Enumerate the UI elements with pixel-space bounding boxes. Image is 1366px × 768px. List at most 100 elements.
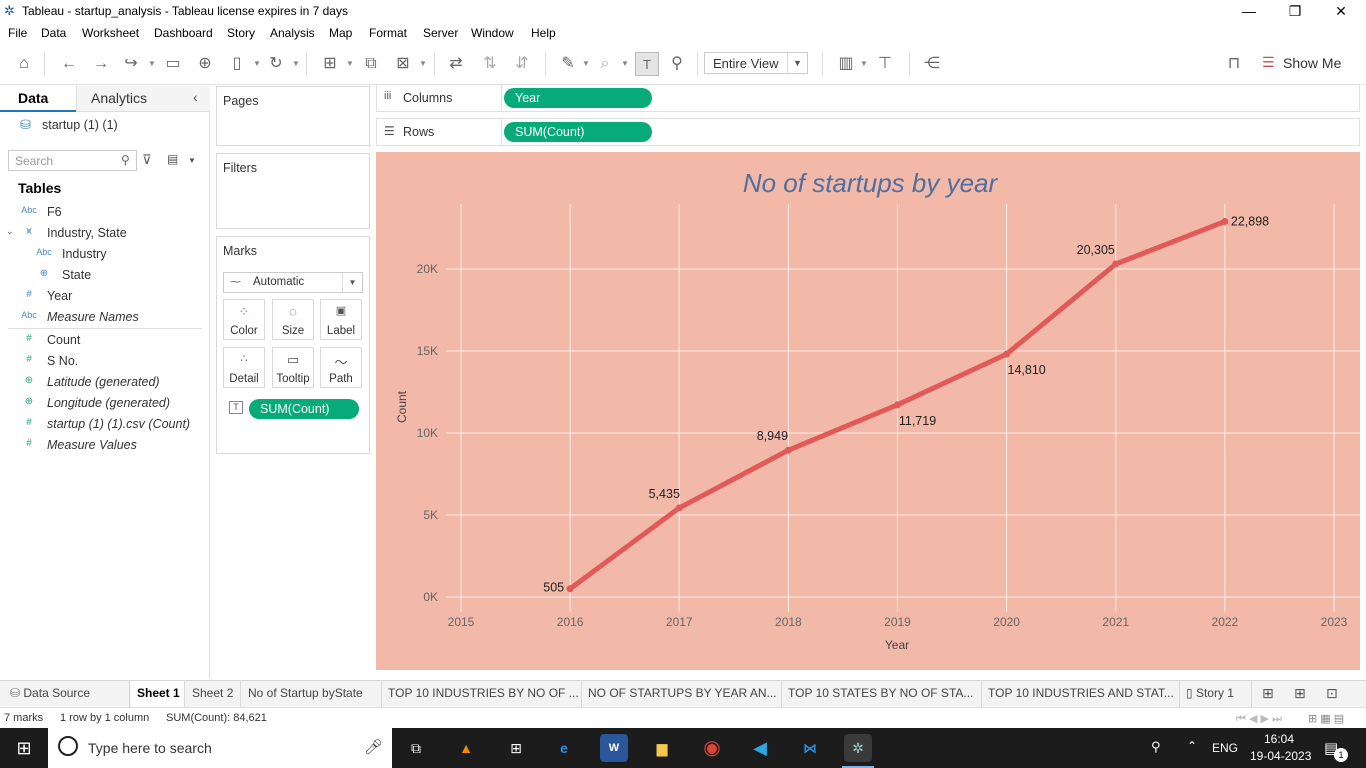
chevron-down-icon[interactable]: ▼ — [787, 53, 807, 73]
rows-sum-count-pill[interactable]: SUM(Count) — [504, 122, 652, 142]
taskbar-search-input[interactable]: Type here to search 🎤︎ — [48, 728, 392, 768]
tab-data-source[interactable]: ⛁ Data Source — [4, 681, 130, 707]
refresh-icon[interactable]: ↻ — [264, 52, 288, 76]
tab-top10-states[interactable]: TOP 10 STATES BY NO OF STA... — [782, 681, 982, 707]
filters-card[interactable]: Filters — [216, 153, 370, 229]
new-worksheet-icon[interactable]: ⊞ — [1262, 685, 1274, 702]
field-f6[interactable]: Abc F6 — [0, 202, 205, 222]
chart-area[interactable]: No of startups by year 2015 2016 2017 2018 2… — [376, 152, 1360, 670]
collapse-pane-icon[interactable]: ‹ — [193, 89, 198, 105]
chevron-down-icon[interactable]: ▼ — [148, 52, 156, 76]
data-point[interactable] — [675, 504, 683, 512]
chrome-icon[interactable]: ◉ — [698, 734, 726, 762]
field-s-no[interactable]: # S No. — [0, 351, 205, 371]
duplicate-sheet-icon[interactable]: ⧉ — [359, 52, 383, 76]
microphone-icon[interactable]: 🎤︎ — [364, 738, 383, 756]
menu-help[interactable]: Help — [531, 26, 556, 40]
path-mark-button[interactable]: 〜 Path — [320, 347, 362, 388]
detail-mark-button[interactable]: ∴ Detail — [223, 347, 265, 388]
chevron-up-icon[interactable]: ⌃ — [1187, 739, 1197, 753]
tab-analytics[interactable]: Analytics ‹ — [76, 86, 210, 112]
chevron-down-icon[interactable]: ▼ — [292, 52, 300, 76]
tab-data[interactable]: Data — [0, 86, 76, 112]
vlc-icon[interactable]: ▲ — [452, 734, 480, 762]
menu-worksheet[interactable]: Worksheet — [82, 26, 139, 40]
new-dashboard-icon[interactable]: ⊞ — [1294, 685, 1306, 702]
close-button[interactable]: ✕ — [1318, 0, 1364, 23]
chevron-down-icon[interactable]: ▼ — [342, 273, 362, 292]
fit-view-dropdown[interactable]: Entire View ▼ — [704, 52, 808, 74]
new-worksheet-icon[interactable]: ⊞ — [318, 52, 342, 76]
show-cards-icon[interactable]: ▥ — [834, 52, 858, 76]
vscode-icon[interactable]: ⋈ — [796, 734, 824, 762]
format-painter-icon[interactable]: ⊓ — [1222, 52, 1246, 76]
windows-start-icon[interactable]: ⊞ — [0, 728, 48, 768]
tab-top10-industries[interactable]: TOP 10 INDUSTRIES BY NO OF ... — [382, 681, 582, 707]
telegram-icon[interactable]: ◀ — [746, 734, 774, 762]
line-chart[interactable]: No of startups by year 2015 2016 2017 2018 2… — [376, 152, 1360, 670]
task-view-icon[interactable]: ⧉ — [402, 734, 430, 762]
tableau-taskbar-icon[interactable]: ✲ — [844, 734, 872, 762]
field-year[interactable]: # Year — [0, 286, 205, 306]
tab-sheet-1[interactable]: Sheet 1 — [131, 681, 185, 707]
tooltip-mark-button[interactable]: ▭ Tooltip — [272, 347, 314, 388]
group-members-icon[interactable]: ⌕ — [593, 52, 617, 76]
store-icon[interactable]: ⊞ — [502, 734, 530, 762]
datasource-name[interactable]: startup (1) (1) — [42, 118, 118, 132]
mark-type-dropdown[interactable]: ⁓ Automatic ▼ — [223, 272, 363, 293]
columns-year-pill[interactable]: Year — [504, 88, 652, 108]
field-measure-values[interactable]: # Measure Values — [0, 435, 205, 455]
share-icon[interactable]: ⋲ — [920, 52, 944, 76]
clear-sheet-icon[interactable]: ⊠ — [391, 52, 415, 76]
data-point[interactable] — [894, 401, 901, 409]
menu-story[interactable]: Story — [227, 26, 255, 40]
field-industry-state[interactable]: ⌄ ⩙ Industry, State — [0, 223, 205, 243]
label-mark-button[interactable]: ▣ Label — [320, 299, 362, 340]
menu-analysis[interactable]: Analysis — [270, 26, 315, 40]
color-mark-button[interactable]: ⁘ Color — [223, 299, 265, 340]
data-point[interactable] — [1003, 350, 1011, 358]
label-sum-count-pill[interactable]: SUM(Count) — [249, 399, 359, 419]
sort-descending-icon[interactable]: ⇵ — [510, 52, 534, 76]
highlight-icon[interactable]: ✎ — [556, 52, 580, 76]
data-point[interactable] — [784, 446, 792, 454]
home-icon[interactable]: ⌂ — [12, 52, 36, 76]
menu-file[interactable]: File — [8, 26, 27, 40]
minimize-button[interactable]: — — [1226, 0, 1272, 23]
chevron-down-icon[interactable]: ▼ — [621, 52, 629, 76]
field-longitude[interactable]: ⊕ Longitude (generated) — [0, 393, 205, 413]
chevron-down-icon[interactable]: ▼ — [860, 52, 868, 76]
file-explorer-icon[interactable]: ▆ — [648, 734, 676, 762]
menu-server[interactable]: Server — [423, 26, 458, 40]
pause-updates-icon[interactable]: ▯ — [225, 52, 249, 76]
sort-ascending-icon[interactable]: ⇅ — [478, 52, 502, 76]
chevron-down-icon[interactable]: ▼ — [346, 52, 354, 76]
chevron-down-icon[interactable]: ▼ — [582, 52, 590, 76]
field-measure-names[interactable]: Abc Measure Names — [0, 307, 205, 327]
chevron-down-icon[interactable]: ▼ — [253, 52, 261, 76]
edge-icon[interactable]: e — [550, 734, 578, 762]
tab-no-of-startup-by-state[interactable]: No of Startup byState — [242, 681, 382, 707]
clock-date[interactable]: 19-04-2023 — [1250, 749, 1311, 763]
field-latitude[interactable]: ⊕ Latitude (generated) — [0, 372, 205, 392]
undo-icon[interactable]: ← — [57, 52, 81, 76]
redo-icon[interactable]: → — [89, 52, 113, 76]
tab-startups-by-year[interactable]: NO OF STARTUPS BY YEAR AN... — [582, 681, 782, 707]
field-state[interactable]: ⊕ State — [0, 265, 205, 285]
view-list-icon[interactable]: ▤ — [167, 152, 178, 166]
new-datasource-icon[interactable]: ⊕ — [193, 52, 217, 76]
new-story-icon[interactable]: ⊡ — [1326, 685, 1338, 702]
chevron-down-icon[interactable]: ⌄ — [6, 226, 14, 237]
data-point[interactable] — [1221, 217, 1229, 225]
menu-format[interactable]: Format — [369, 26, 407, 40]
chevron-down-icon[interactable]: ▼ — [419, 52, 427, 76]
menu-data[interactable]: Data — [41, 26, 66, 40]
size-mark-button[interactable]: ◌ Size — [272, 299, 314, 340]
replay-icon[interactable]: ↪ — [119, 52, 143, 76]
data-point[interactable] — [566, 585, 574, 593]
sheet-grid-view-icon[interactable]: ⊞ ▦ ▤ — [1308, 712, 1344, 725]
people-icon[interactable]: ⚲ — [1151, 739, 1161, 755]
field-csv-count[interactable]: # startup (1) (1).csv (Count) — [0, 414, 205, 434]
save-icon[interactable]: ▭ — [161, 52, 185, 76]
restore-button[interactable]: ❐ — [1272, 0, 1318, 23]
